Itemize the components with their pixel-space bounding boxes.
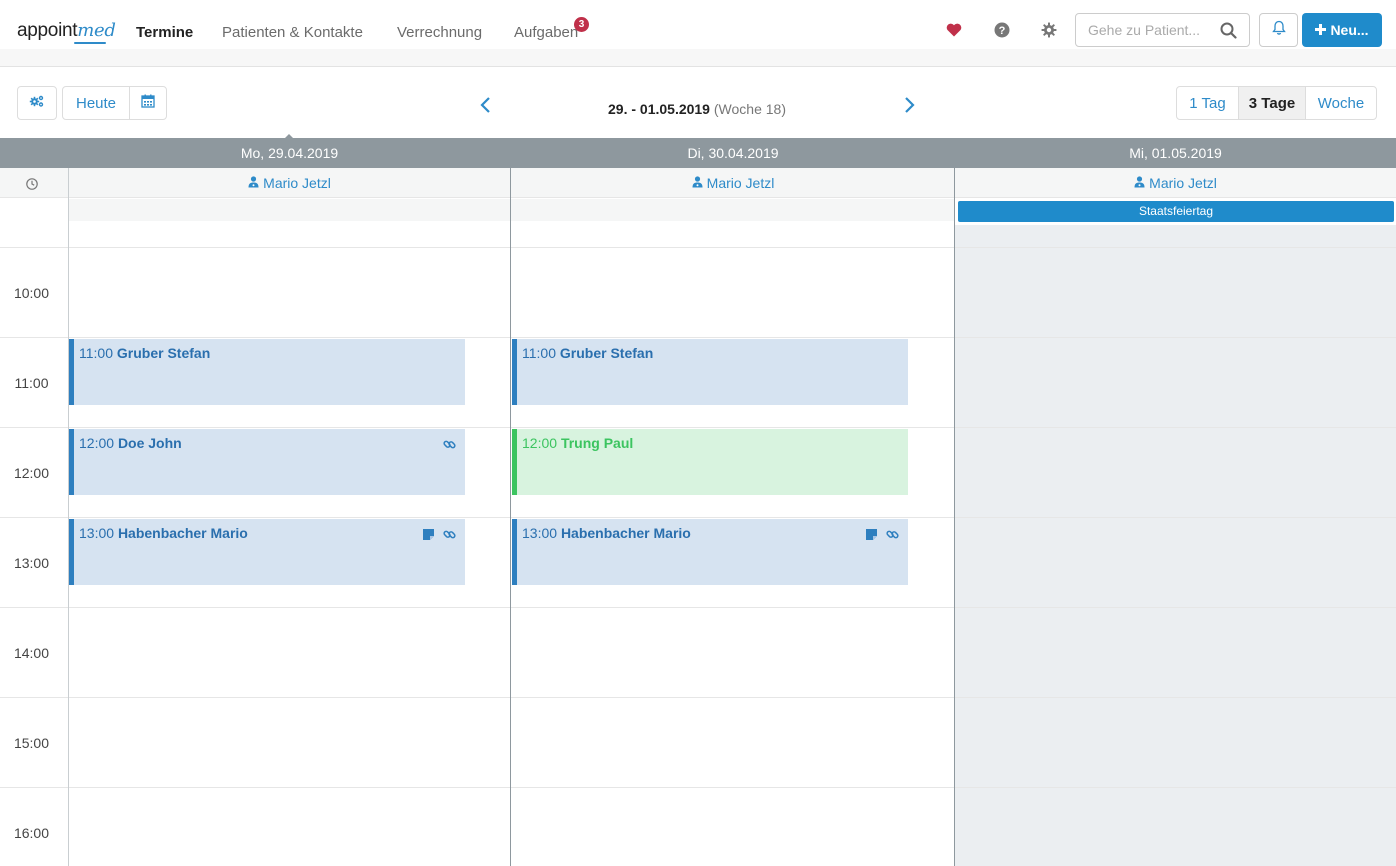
appointment-patient: Gruber Stefan bbox=[559, 345, 654, 361]
hour-line bbox=[0, 427, 1396, 428]
appointment[interactable]: 13:00 Habenbacher Mario bbox=[69, 519, 465, 585]
appointment[interactable]: 12:00 Doe John bbox=[69, 429, 465, 495]
resource-mon[interactable]: Mario Jetzl bbox=[69, 175, 510, 191]
appointment-time: 11:00 bbox=[522, 345, 556, 361]
bell-icon bbox=[1271, 20, 1286, 40]
nav-termine[interactable]: Termine bbox=[136, 24, 193, 41]
hour-label-15: 15:00 bbox=[13, 735, 50, 751]
calendar-settings-button[interactable] bbox=[18, 87, 56, 119]
notifications-button[interactable] bbox=[1259, 13, 1298, 47]
doctor-icon bbox=[692, 175, 703, 191]
previous-range-chevron-left-icon[interactable] bbox=[479, 96, 493, 114]
resource-name: Mario Jetzl bbox=[706, 175, 775, 191]
hour-line bbox=[0, 247, 1396, 248]
new-button-label: Neu... bbox=[1330, 22, 1369, 38]
hour-line bbox=[0, 607, 1396, 608]
doctor-icon bbox=[1134, 175, 1145, 191]
plus-icon bbox=[1315, 22, 1327, 38]
holiday-column-background bbox=[955, 225, 1396, 866]
column-divider bbox=[954, 168, 955, 866]
hour-line bbox=[0, 697, 1396, 698]
logo-swoosh bbox=[74, 42, 106, 44]
appointment[interactable]: 12:00 Trung Paul bbox=[512, 429, 908, 495]
cogs-icon bbox=[29, 94, 45, 112]
settings-gear-icon[interactable] bbox=[1039, 20, 1059, 40]
link-icon[interactable] bbox=[443, 528, 456, 544]
appointment-patient: Gruber Stefan bbox=[116, 345, 211, 361]
date-range-label: 29. - 01.05.2019 (Woche 18) bbox=[520, 101, 874, 117]
date-nav-group: Heute bbox=[62, 86, 167, 120]
holiday-event[interactable]: Staatsfeiertag bbox=[958, 201, 1394, 222]
appointment-time: 12:00 bbox=[79, 435, 115, 451]
hour-label-11: 11:00 bbox=[14, 375, 49, 391]
hour-line bbox=[0, 517, 1396, 518]
appointment-patient: Trung Paul bbox=[560, 435, 634, 451]
link-icon[interactable] bbox=[443, 438, 456, 454]
column-divider bbox=[68, 168, 69, 866]
hour-label-10: 10:00 bbox=[13, 285, 50, 301]
datepicker-button[interactable] bbox=[129, 87, 166, 119]
view-1-day-button[interactable]: 1 Tag bbox=[1177, 87, 1238, 119]
nav-verrechnung[interactable]: Verrechnung bbox=[397, 24, 482, 41]
doctor-icon bbox=[248, 175, 259, 191]
svg-text:?: ? bbox=[999, 25, 1006, 37]
resource-name: Mario Jetzl bbox=[263, 175, 331, 191]
view-switcher: 1 Tag 3 Tage Woche bbox=[1176, 86, 1377, 120]
hour-label-14: 14:00 bbox=[13, 645, 50, 661]
calendar-settings-group bbox=[17, 86, 57, 120]
today-pointer bbox=[283, 134, 295, 140]
nav-aufgaben[interactable]: Aufgaben bbox=[514, 24, 578, 41]
today-button[interactable]: Heute bbox=[63, 87, 129, 119]
date-range-dates: 29. - 01.05.2019 bbox=[608, 101, 710, 117]
logo-text-med: med bbox=[77, 20, 116, 41]
appointment-time: 13:00 bbox=[522, 525, 558, 541]
all-day-row bbox=[68, 199, 954, 221]
favorites-heart-icon[interactable] bbox=[944, 20, 964, 40]
note-icon[interactable] bbox=[865, 528, 878, 544]
nav-patienten-kontakte[interactable]: Patienten & Kontakte bbox=[222, 24, 363, 41]
top-navbar: appointmed Termine Patienten & Kontakte … bbox=[0, 0, 1396, 49]
appointment[interactable]: 13:00 Habenbacher Mario bbox=[512, 519, 908, 585]
day-title-wed[interactable]: Mi, 01.05.2019 bbox=[955, 145, 1396, 161]
view-3-days-button[interactable]: 3 Tage bbox=[1238, 87, 1305, 119]
resource-tue[interactable]: Mario Jetzl bbox=[512, 175, 954, 191]
appointment-patient: Doe John bbox=[117, 435, 182, 451]
patient-search-box bbox=[1075, 13, 1250, 47]
note-icon[interactable] bbox=[422, 528, 435, 544]
hour-line bbox=[0, 337, 1396, 338]
link-icon[interactable] bbox=[886, 528, 899, 544]
clock-icon bbox=[26, 177, 38, 195]
appointment-patient: Habenbacher Mario bbox=[117, 525, 248, 541]
resource-wed[interactable]: Mario Jetzl bbox=[955, 175, 1396, 191]
help-icon[interactable]: ? bbox=[992, 20, 1012, 40]
day-title-tue[interactable]: Di, 30.04.2019 bbox=[512, 145, 954, 161]
appointment-time: 13:00 bbox=[79, 525, 115, 541]
calendar-icon bbox=[141, 94, 155, 112]
aufgaben-count-badge: 3 bbox=[574, 17, 589, 32]
sub-header-strip bbox=[0, 49, 1396, 67]
hour-label-16: 16:00 bbox=[13, 825, 50, 841]
hour-line bbox=[0, 787, 1396, 788]
resource-name: Mario Jetzl bbox=[1149, 175, 1217, 191]
appointment[interactable]: 11:00 Gruber Stefan bbox=[69, 339, 465, 405]
patient-search-input[interactable] bbox=[1076, 14, 1216, 46]
app-logo[interactable]: appointmed bbox=[17, 20, 116, 42]
new-appointment-button[interactable]: Neu... bbox=[1302, 13, 1382, 47]
next-range-chevron-right-icon[interactable] bbox=[902, 96, 916, 114]
logo-text-appoint: appoint bbox=[17, 20, 78, 41]
appointment-time: 12:00 bbox=[522, 435, 558, 451]
hour-label-12: 12:00 bbox=[13, 465, 50, 481]
column-divider bbox=[510, 168, 511, 866]
appointment-time: 11:00 bbox=[79, 345, 113, 361]
day-title-mon[interactable]: Mo, 29.04.2019 bbox=[69, 145, 510, 161]
appointment-patient: Habenbacher Mario bbox=[560, 525, 691, 541]
week-number: (Woche 18) bbox=[713, 101, 786, 117]
appointment[interactable]: 11:00 Gruber Stefan bbox=[512, 339, 908, 405]
view-week-button[interactable]: Woche bbox=[1305, 87, 1376, 119]
hour-label-13: 13:00 bbox=[13, 555, 50, 571]
search-icon[interactable] bbox=[1220, 22, 1237, 44]
